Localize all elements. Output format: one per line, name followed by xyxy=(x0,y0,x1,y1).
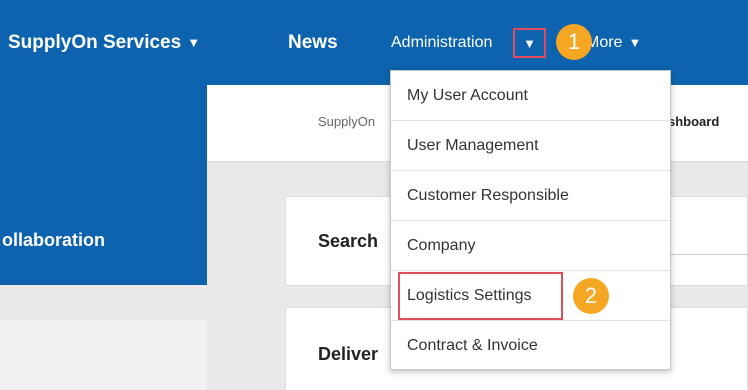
nav-supplyon-services[interactable]: SupplyOn Services ▼ xyxy=(8,0,200,85)
nav-news[interactable]: News xyxy=(288,0,338,85)
step-1-callout: 1 xyxy=(556,24,592,60)
chevron-down-icon: ▼ xyxy=(628,35,642,50)
menu-item-my-user-account[interactable]: My User Account xyxy=(391,71,670,121)
nav-admin-label: Administration xyxy=(391,33,493,51)
logistics-settings-highlight xyxy=(398,272,563,320)
breadcrumb-item-dashboard: shboard xyxy=(668,114,720,129)
sidebar-title[interactable]: ollaboration xyxy=(2,230,105,251)
menu-item-contract-invoice[interactable]: Contract & Invoice xyxy=(391,321,670,371)
nav-news-label: News xyxy=(288,31,338,53)
search-card-title: Search xyxy=(318,231,379,251)
nav-services-label: SupplyOn Services xyxy=(8,31,182,53)
admin-dropdown-toggle[interactable]: ▼ xyxy=(513,28,546,58)
chevron-down-icon: ▼ xyxy=(187,35,201,50)
menu-item-customer-responsible[interactable]: Customer Responsible xyxy=(391,171,670,221)
sidebar-lower-panel xyxy=(0,320,207,390)
administration-dropdown-menu: My User Account User Management Customer… xyxy=(390,70,671,370)
menu-item-user-management[interactable]: User Management xyxy=(391,121,670,171)
menu-item-company[interactable]: Company xyxy=(391,221,670,271)
chevron-down-icon: ▼ xyxy=(523,35,536,51)
breadcrumb-item-supplyon[interactable]: SupplyOn xyxy=(318,114,375,129)
step-2-callout: 2 xyxy=(573,278,609,314)
sidebar-panel xyxy=(0,85,207,285)
delivery-card-title: Deliver xyxy=(318,344,379,364)
